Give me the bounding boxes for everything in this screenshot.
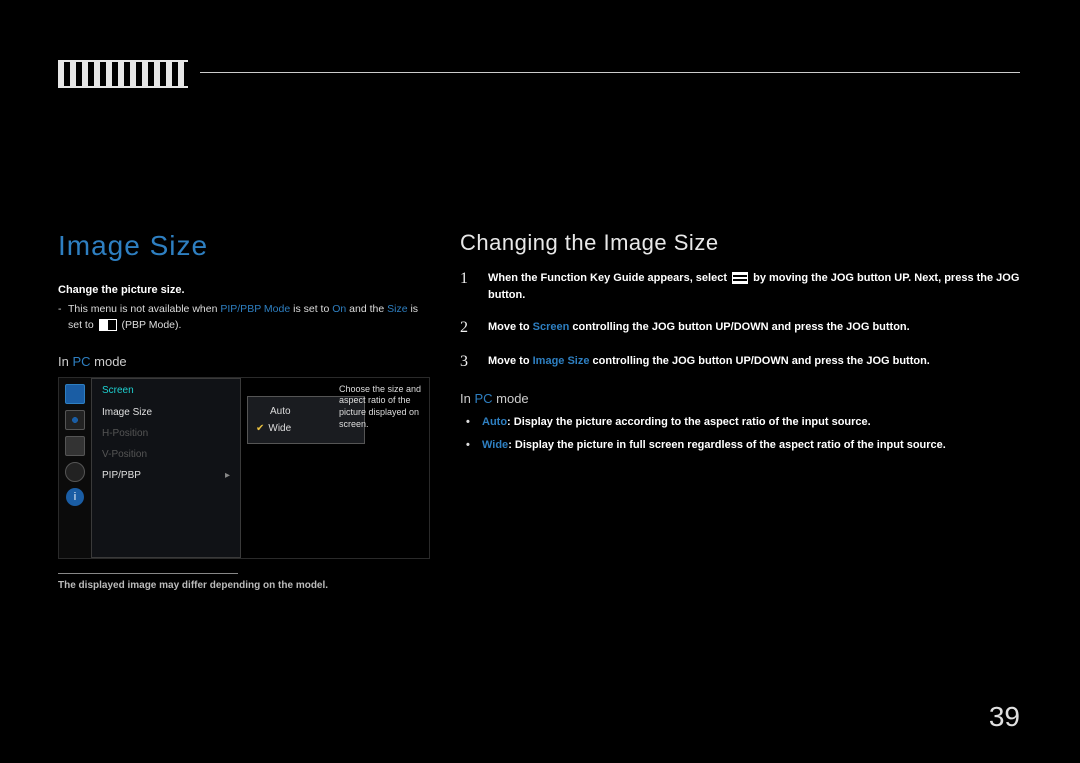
header-divider <box>200 72 1020 73</box>
info-tab-icon: i <box>66 488 84 506</box>
availability-note: This menu is not available when PIP/PBP … <box>58 302 428 334</box>
osd-main-panel: Screen Image Size H-Position V-Position … <box>91 378 241 558</box>
menu-icon <box>732 272 748 284</box>
footnote-divider <box>58 573 238 574</box>
section-title: Image Size <box>58 230 428 262</box>
right-column: Changing the Image Size 1 When the Funct… <box>460 230 1020 459</box>
picture-tab-icon <box>65 436 85 456</box>
mode-label-right: In PC mode <box>460 391 1020 406</box>
step-1: 1 When the Function Key Guide appears, s… <box>460 270 1020 303</box>
nav-icon <box>65 410 85 430</box>
step-number: 2 <box>460 319 474 337</box>
bullet-wide: Wide: Display the picture in full screen… <box>460 437 1020 454</box>
intro-text: Change the picture size. <box>58 284 428 296</box>
subsection-title: Changing the Image Size <box>460 230 1020 256</box>
step-2: 2 Move to Screen controlling the JOG but… <box>460 319 1020 337</box>
page-number: 39 <box>989 701 1020 733</box>
osd-panel-title: Screen <box>92 385 240 402</box>
bullet-list: Auto: Display the picture according to t… <box>460 414 1020 453</box>
osd-item-image-size: Image Size <box>92 402 240 423</box>
osd-sidebar: i <box>59 378 91 558</box>
screen-tab-icon <box>65 384 85 404</box>
osd-item-vposition: V-Position <box>92 444 240 465</box>
chapter-marker <box>58 60 188 88</box>
left-column: Image Size Change the picture size. This… <box>58 230 428 591</box>
settings-tab-icon <box>65 462 85 482</box>
pbp-icon <box>99 319 117 331</box>
step-3: 3 Move to Image Size controlling the JOG… <box>460 353 1020 371</box>
step-number: 1 <box>460 270 474 303</box>
steps-list: 1 When the Function Key Guide appears, s… <box>460 270 1020 371</box>
osd-screenshot: i Screen Image Size H-Position V-Positio… <box>58 377 430 559</box>
osd-description: Choose the size and aspect ratio of the … <box>335 380 427 435</box>
mode-label-left: In PC mode <box>58 354 428 369</box>
osd-item-pippbp: PIP/PBP <box>92 465 240 486</box>
footnote-text: The displayed image may differ depending… <box>58 580 428 591</box>
osd-item-hposition: H-Position <box>92 423 240 444</box>
bullet-auto: Auto: Display the picture according to t… <box>460 414 1020 431</box>
step-number: 3 <box>460 353 474 371</box>
